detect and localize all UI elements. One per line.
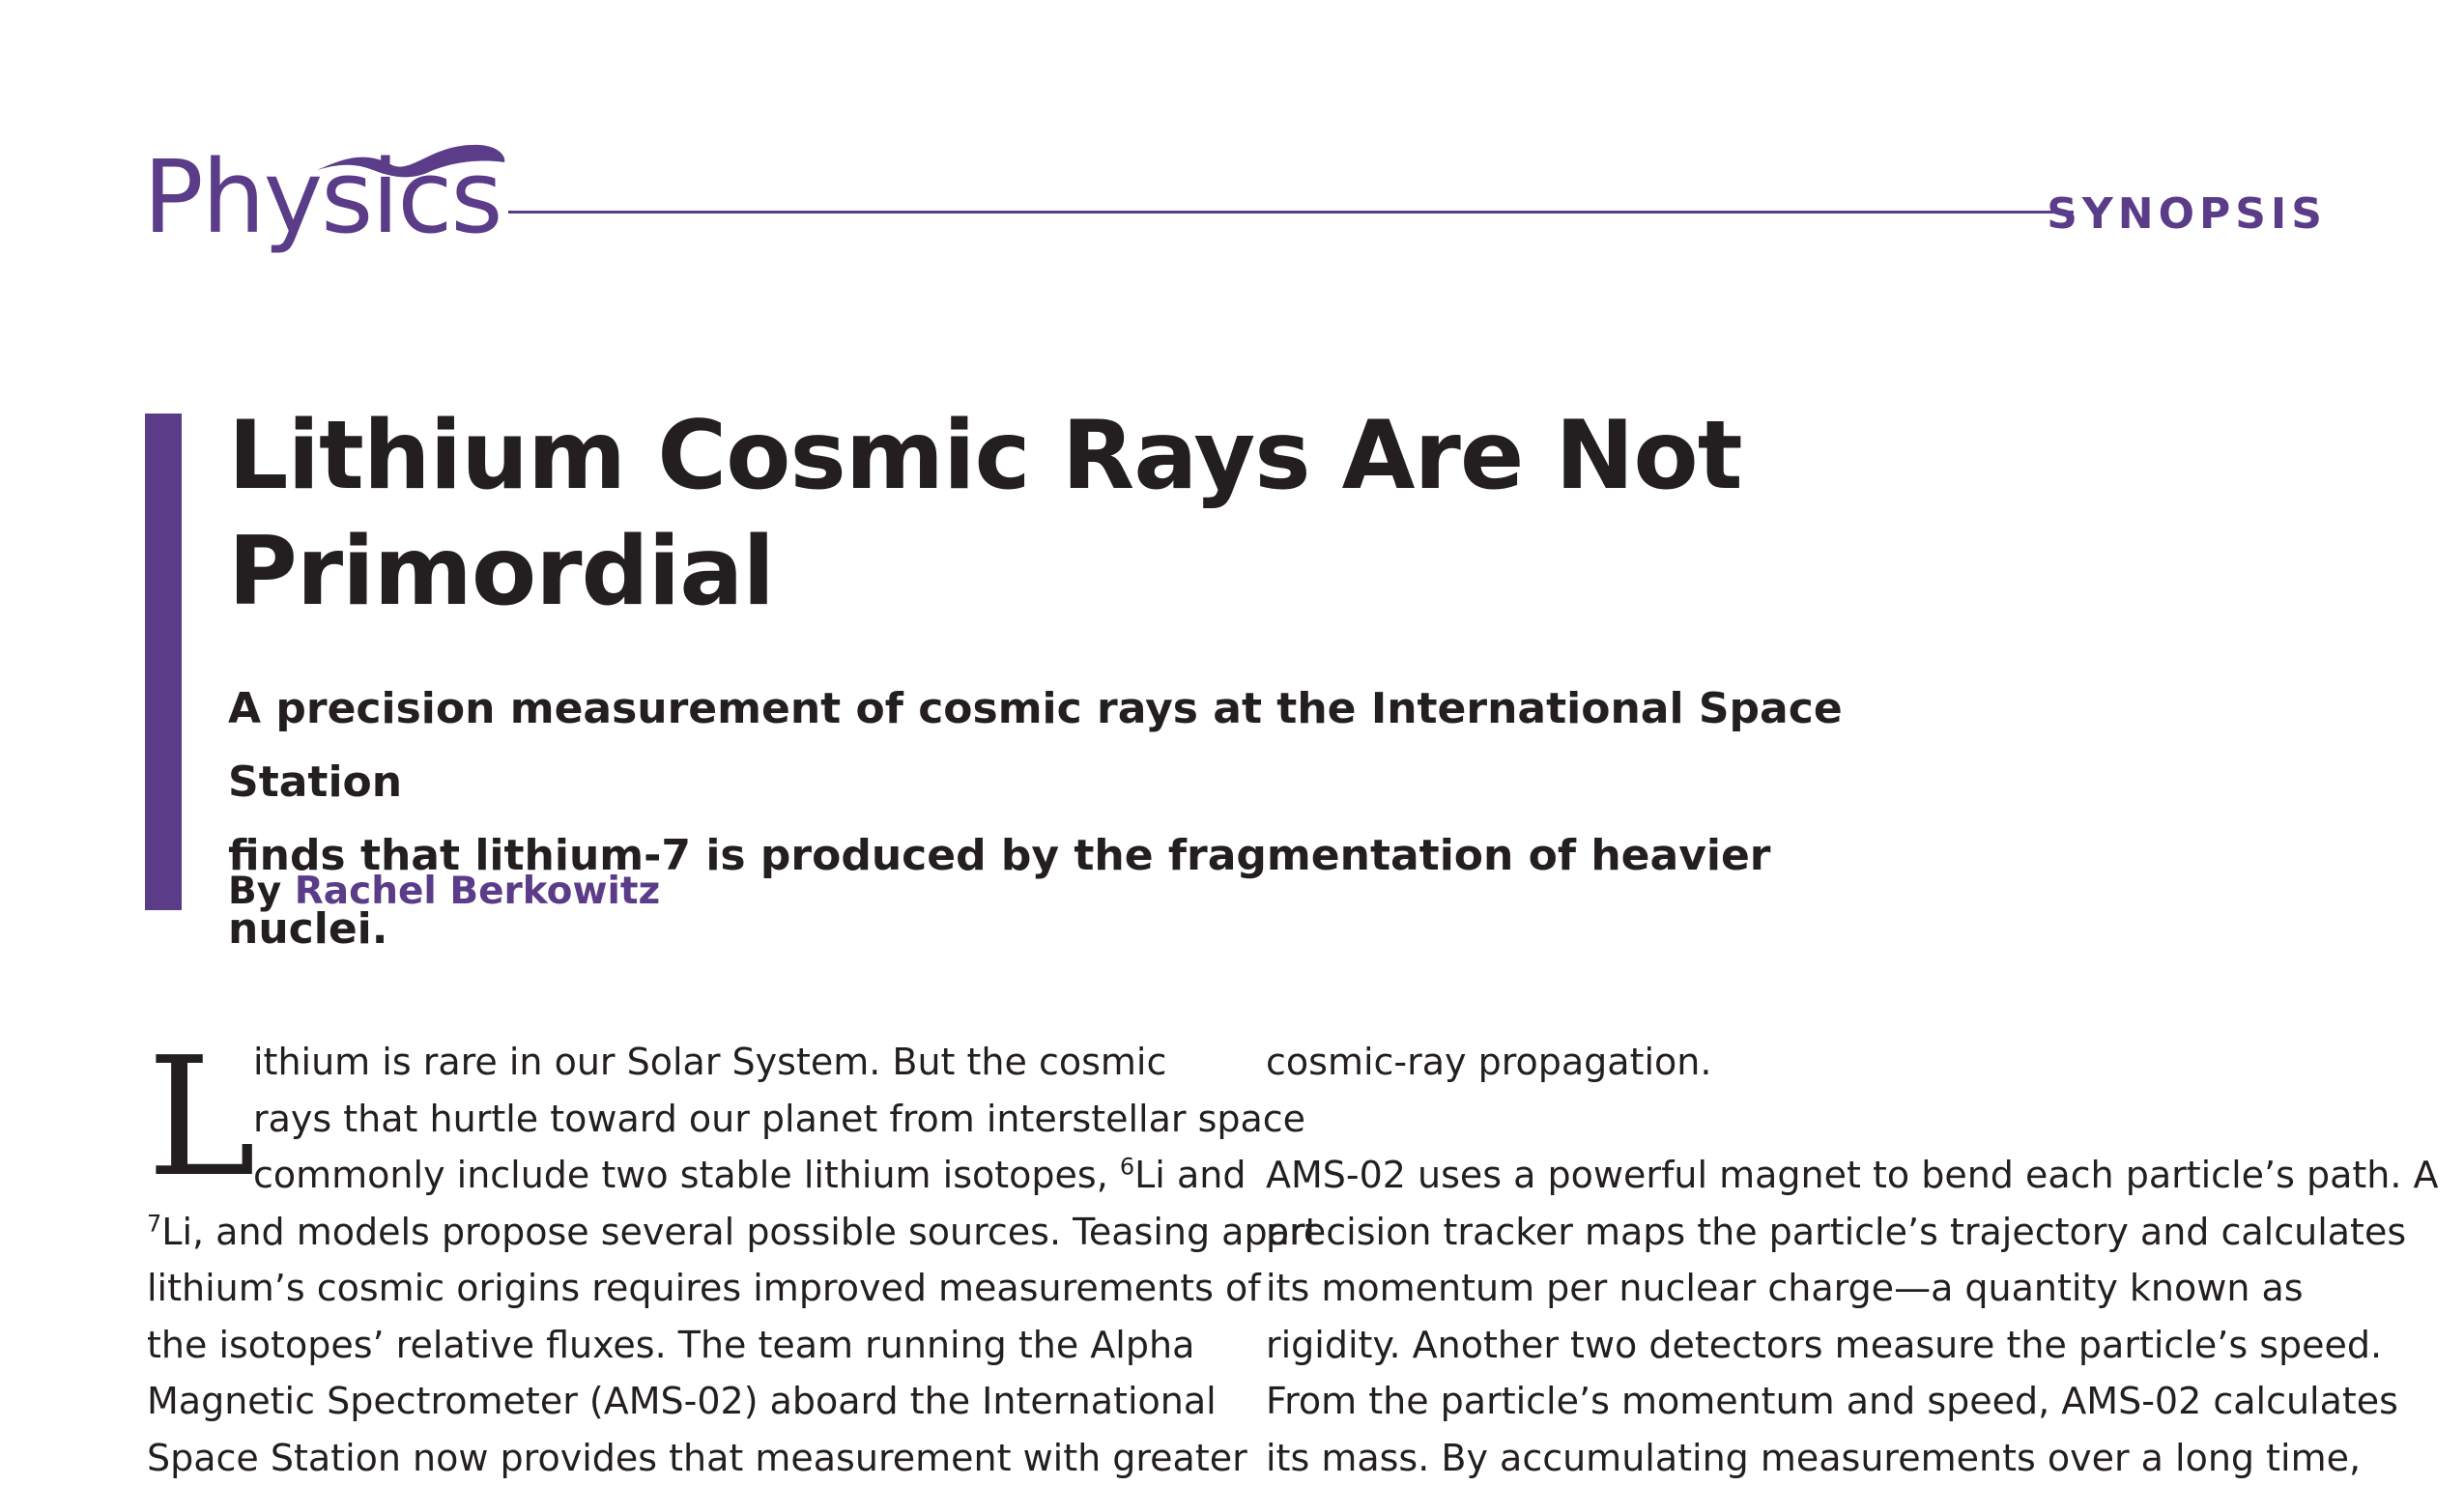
- body-text: commonly include two stable lithium isot…: [253, 1154, 1120, 1196]
- logo-text: Physics: [143, 147, 501, 247]
- title-line-2: Primordial: [228, 517, 774, 627]
- body-line: Space Station now provides that measurem…: [147, 1430, 1219, 1486]
- isotope-superscript: 7: [147, 1210, 161, 1237]
- article-title: Lithium Cosmic Rays Are Not Primordial: [228, 398, 1871, 630]
- byline-prefix: By: [228, 870, 281, 913]
- body-column-left: ithium is rare in our Solar System. But …: [147, 1034, 1219, 1486]
- body-line: ithium is rare in our Solar System. But …: [147, 1034, 1219, 1091]
- masthead: Physics SYNOPSIS: [143, 133, 2327, 278]
- article-subtitle: A precision measurement of cosmic rays a…: [228, 672, 1851, 966]
- body-line: rays that hurtle toward our planet from …: [147, 1091, 1219, 1148]
- paragraph-break: [1266, 1091, 2338, 1148]
- body-line: its mass. By accumulating measurements o…: [1266, 1430, 2338, 1486]
- title-line-1: Lithium Cosmic Rays Are Not: [228, 401, 1742, 511]
- isotope-superscript: 6: [1120, 1153, 1134, 1180]
- body-line: commonly include two stable lithium isot…: [147, 1147, 1219, 1204]
- body-column-right: cosmic-ray propagation. AMS-02 uses a po…: [1266, 1034, 2338, 1486]
- byline: By Rachel Berkowitz: [228, 870, 660, 913]
- subtitle-line-1: A precision measurement of cosmic rays a…: [228, 684, 1843, 807]
- body-line: rigidity. Another two detectors measure …: [1266, 1317, 2338, 1374]
- body-line: lithium’s cosmic origins requires improv…: [147, 1260, 1219, 1317]
- body-line: its momentum per nuclear charge—a quanti…: [1266, 1260, 2338, 1317]
- body-line: precision tracker maps the particle’s tr…: [1266, 1204, 2338, 1261]
- masthead-rule: [508, 211, 2074, 214]
- body-line: cosmic-ray propagation.: [1266, 1034, 2338, 1091]
- section-label: SYNOPSIS: [2047, 189, 2327, 239]
- author-link[interactable]: Rachel Berkowitz: [295, 870, 660, 913]
- body-line: From the particle’s momentum and speed, …: [1266, 1373, 2338, 1430]
- body-line: 7Li, and models propose several possible…: [147, 1204, 1219, 1261]
- body-line: AMS-02 uses a powerful magnet to bend ea…: [1266, 1147, 2338, 1204]
- physics-logo[interactable]: Physics: [143, 133, 501, 278]
- body-line: Magnetic Spectrometer (AMS-02) aboard th…: [147, 1373, 1219, 1430]
- body-line: the isotopes’ relative fluxes. The team …: [147, 1317, 1219, 1374]
- title-accent-bar: [145, 414, 182, 910]
- body-text: Li, and models propose several possible …: [161, 1211, 1319, 1253]
- body-text: Li and: [1134, 1154, 1246, 1196]
